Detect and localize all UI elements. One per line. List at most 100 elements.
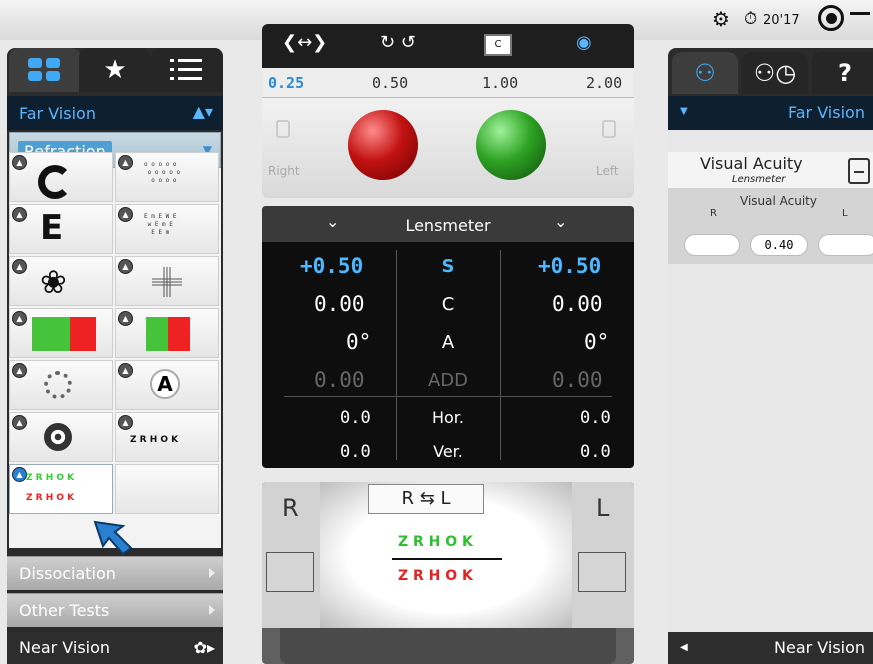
sphere-label: S bbox=[441, 256, 455, 277]
dissociation-label: Dissociation bbox=[19, 564, 116, 583]
chart-cell-butterfly[interactable]: ▲ ❀ bbox=[9, 256, 113, 306]
chart-cell-tumbling-e[interactable]: ▲ E bbox=[9, 204, 113, 254]
step-025[interactable]: 0.25 bbox=[268, 74, 304, 92]
axis-label: A bbox=[441, 332, 455, 353]
sphere-left[interactable]: +0.50 bbox=[538, 254, 601, 278]
visual-acuity-panel: Visual Acuity Lensmeter Visual Acuity R … bbox=[668, 130, 873, 632]
power-menu-icon[interactable] bbox=[818, 5, 844, 31]
timer-display: 20'17 bbox=[763, 13, 800, 28]
cylinder-label: C bbox=[441, 294, 455, 315]
red-half bbox=[168, 317, 190, 351]
pd-adjust-icon[interactable]: ❮↔❯ bbox=[282, 32, 327, 53]
swap-rl-button[interactable]: R ⇆ L bbox=[368, 484, 484, 514]
settings-gear-icon[interactable]: ⚙ bbox=[712, 9, 730, 29]
butterfly-icon: ❀ bbox=[40, 263, 67, 301]
divider bbox=[284, 396, 612, 397]
lock-icon-left[interactable] bbox=[602, 120, 616, 138]
green-occluder-button[interactable] bbox=[476, 110, 546, 180]
va-binocular-field[interactable]: 0.40 bbox=[750, 234, 808, 256]
chart-cell-fixation-ring[interactable]: ▲ bbox=[9, 412, 113, 462]
tab-help[interactable]: ? bbox=[812, 52, 873, 94]
right-mini-chart[interactable] bbox=[266, 552, 314, 592]
chart-cell-dot-circle[interactable]: ▲ bbox=[9, 360, 113, 410]
patient-history-icon: ⚇◷ bbox=[753, 59, 797, 87]
patient-record-icon: ⚇ bbox=[694, 59, 716, 87]
axis-right[interactable]: 0° bbox=[346, 330, 371, 354]
va-table: Visual Acuity R L 0.40 bbox=[668, 188, 873, 264]
cylinder-right[interactable]: 0.00 bbox=[314, 292, 365, 316]
prism-ver-right[interactable]: 0.0 bbox=[340, 442, 371, 462]
prism-hor-right[interactable]: 0.0 bbox=[340, 408, 371, 428]
mode-badge-icon: ▲ bbox=[12, 207, 27, 222]
lock-icon-right[interactable] bbox=[276, 120, 290, 138]
sphere-right[interactable]: +0.50 bbox=[300, 254, 363, 278]
add-left[interactable]: 0.00 bbox=[552, 368, 603, 392]
mountain-dropdown-icon[interactable]: ▲▾ bbox=[193, 102, 213, 121]
far-vision-header-right[interactable]: ▼ Far Vision bbox=[668, 96, 873, 130]
step-050[interactable]: 0.50 bbox=[372, 74, 408, 92]
add-right[interactable]: 0.00 bbox=[314, 368, 365, 392]
axis-left[interactable]: 0° bbox=[584, 330, 609, 354]
chart-cell-empty bbox=[115, 464, 219, 514]
tab-patient-record[interactable]: ⚇ bbox=[672, 52, 738, 94]
chart-cell-red-green-zrhok[interactable]: ▲ Z R H O K Z R H O K bbox=[9, 464, 113, 514]
lensmeter-header: ⌄ Lensmeter ⌄ bbox=[262, 206, 634, 242]
mode-badge-icon: ▲ bbox=[12, 259, 27, 274]
va-subtitle: Lensmeter bbox=[732, 174, 786, 185]
eyes-convergence-icon[interactable]: ↻ ↺ bbox=[380, 32, 416, 53]
menu-lines-icon[interactable] bbox=[850, 12, 870, 15]
chart-cell-e-rows[interactable]: ▲ E m E W E w E m E E E m bbox=[115, 204, 219, 254]
preview-l-label: L bbox=[596, 494, 610, 522]
tab-list-view[interactable] bbox=[151, 48, 223, 92]
chart-cell-landolt-c[interactable]: ▲ bbox=[9, 152, 113, 202]
prism-hor-left[interactable]: 0.0 bbox=[580, 408, 611, 428]
sidebar-item-dissociation[interactable]: Dissociation bbox=[7, 556, 223, 590]
mode-badge-icon: ▲ bbox=[12, 311, 27, 326]
chevron-right-icon bbox=[209, 568, 215, 578]
left-panel: ★ Far Vision ▲▾ Refraction ▼ ▲ ▲ o o o o… bbox=[7, 48, 223, 664]
preview-r-label: R bbox=[282, 494, 299, 522]
right-label: Right bbox=[268, 164, 300, 178]
preview-footer bbox=[280, 628, 616, 664]
sidebar-item-other-tests[interactable]: Other Tests bbox=[7, 593, 223, 627]
far-vision-header[interactable]: Far Vision ▲▾ bbox=[7, 96, 223, 130]
chart-cell-landolt-rows[interactable]: ▲ o o o o o o o o o o o o o o bbox=[115, 152, 219, 202]
tab-patient-history[interactable]: ⚇◷ bbox=[742, 52, 808, 94]
mode-badge-icon: ▲ bbox=[12, 467, 27, 482]
green-half bbox=[146, 317, 168, 351]
chart-cell-red-green-test[interactable]: ▲ bbox=[9, 308, 113, 358]
red-occluder-button[interactable] bbox=[348, 110, 418, 180]
control-panel: ❮↔❯ ↻ ↺ C ◉ 0.25 0.50 1.00 2.00 Right Le… bbox=[262, 24, 634, 198]
va-right-field[interactable] bbox=[684, 234, 740, 256]
chart-preview-panel: R L R ⇆ L Z R H O K Z R H O K bbox=[262, 482, 634, 664]
chart-cell-red-green-dots[interactable]: ▲ bbox=[115, 308, 219, 358]
chart-cell-letter-a-circle[interactable]: ▲ A bbox=[115, 360, 219, 410]
chart-cell-zrhok-line[interactable]: ▲ Z R H O K bbox=[115, 412, 219, 462]
chart-card-icon[interactable]: C bbox=[484, 34, 512, 56]
left-dropdown-chevron-icon[interactable]: ⌄ bbox=[554, 212, 567, 231]
visual-acuity-header: Visual Acuity Lensmeter bbox=[668, 152, 873, 188]
tab-favorites[interactable]: ★ bbox=[79, 48, 151, 92]
mode-badge-icon: ▲ bbox=[118, 259, 133, 274]
mode-badge-icon: ▲ bbox=[118, 155, 133, 170]
cylinder-left[interactable]: 0.00 bbox=[552, 292, 603, 316]
chart-cell-cross-grid[interactable]: ▲ bbox=[115, 256, 219, 306]
near-vision-header-right[interactable]: ◀ Near Vision bbox=[668, 632, 873, 664]
near-vision-header[interactable]: Near Vision ✿▸ bbox=[7, 632, 223, 664]
preview-red-line: Z R H O K bbox=[398, 568, 473, 584]
left-mini-chart[interactable] bbox=[578, 552, 626, 592]
step-100[interactable]: 1.00 bbox=[482, 74, 518, 92]
flower-dropdown-icon[interactable]: ✿▸ bbox=[194, 638, 215, 657]
green-half bbox=[32, 317, 70, 351]
mode-badge-icon: ▲ bbox=[12, 415, 27, 430]
collapse-minus-icon[interactable] bbox=[848, 158, 870, 184]
tab-grid-view[interactable] bbox=[9, 48, 81, 92]
va-table-title: Visual Acuity bbox=[740, 194, 817, 208]
va-left-field[interactable] bbox=[818, 234, 873, 256]
step-200[interactable]: 2.00 bbox=[586, 74, 622, 92]
prism-ver-left[interactable]: 0.0 bbox=[580, 442, 611, 462]
prism-hor-label: Hor. bbox=[431, 408, 464, 427]
lens-view-icon[interactable]: ◉ bbox=[576, 32, 592, 53]
grid-icon bbox=[28, 58, 60, 81]
cursor-arrow-icon bbox=[93, 520, 133, 556]
